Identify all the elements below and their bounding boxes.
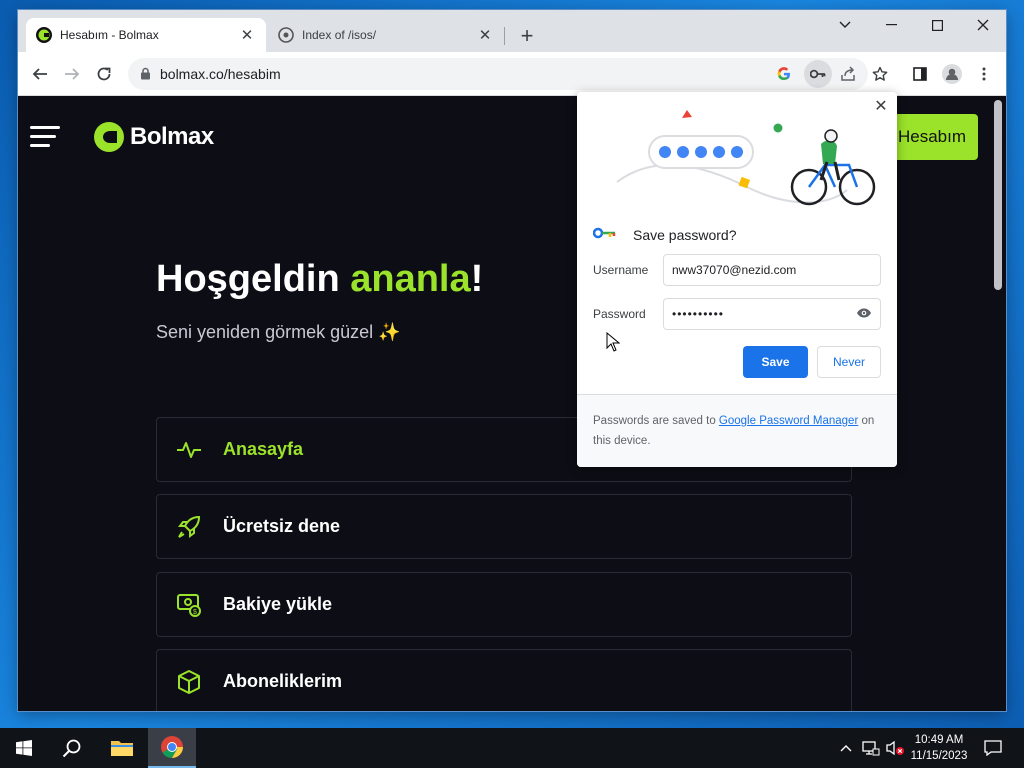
welcome-prefix: Hoşgeldin	[156, 258, 351, 300]
bookmark-star-icon[interactable]	[868, 62, 892, 86]
dialog-header: Save password?	[592, 226, 737, 244]
menu-item-bakiye-yukle[interactable]: $ Bakiye yükle	[156, 572, 852, 637]
username-field[interactable]: nww37070@nezid.com	[663, 254, 881, 286]
menu-item-ucretsiz-dene[interactable]: Ücretsiz dene	[156, 494, 852, 559]
password-key-icon[interactable]	[804, 60, 832, 88]
tab-search-icon[interactable]	[822, 10, 868, 40]
key-icon	[592, 226, 617, 244]
menu-item-label: Aboneliklerim	[223, 671, 343, 691]
tab-hesabim[interactable]: Hesabım - Bolmax ✕	[26, 18, 266, 52]
more-menu-icon[interactable]	[970, 60, 998, 88]
dialog-footer: Passwords are saved to Google Password M…	[577, 394, 897, 467]
brand-name: Bolmax	[130, 123, 214, 150]
tab-close-icon[interactable]: ✕	[238, 26, 256, 44]
tab-index-isos[interactable]: Index of /isos/ ✕	[268, 18, 504, 52]
username-label: Username	[593, 263, 649, 277]
box-icon	[175, 668, 203, 696]
side-panel-icon[interactable]	[906, 60, 934, 88]
dialog-title: Save password?	[633, 227, 737, 243]
taskbar: 10:49 AM 11/15/2023	[0, 728, 1024, 768]
system-clock[interactable]: 10:49 AM 11/15/2023	[906, 732, 972, 764]
tab-title: Hesabım - Bolmax	[60, 28, 159, 42]
tab-title: Index of /isos/	[302, 28, 377, 42]
close-window-icon[interactable]	[960, 10, 1006, 40]
password-manager-link[interactable]: Google Password Manager	[719, 415, 858, 427]
bolmax-favicon-icon	[36, 27, 52, 43]
url-text: bolmax.co/hesabim	[160, 66, 281, 82]
mouse-cursor-icon	[606, 332, 620, 352]
server-favicon-icon	[278, 27, 294, 43]
network-icon[interactable]	[860, 728, 882, 768]
menu-item-label: Anasayfa	[223, 439, 304, 459]
start-windows-icon[interactable]	[0, 728, 48, 768]
profile-avatar-icon[interactable]	[938, 60, 966, 88]
never-button[interactable]: Never	[817, 346, 881, 378]
welcome-subtitle: Seni yeniden görmek güzel ✨	[156, 322, 401, 342]
address-bar[interactable]: bolmax.co/hesabim	[128, 58, 888, 90]
welcome-username: ananla	[350, 258, 471, 300]
save-password-dialog: ✕ Save password? Username nww37070@nezid…	[577, 92, 897, 467]
bolmax-logo-icon	[94, 122, 124, 152]
svg-text:$: $	[193, 609, 197, 616]
back-icon[interactable]	[26, 60, 54, 88]
username-value: nww37070@nezid.com	[672, 263, 797, 277]
activity-icon	[175, 436, 203, 464]
reload-icon[interactable]	[90, 60, 118, 88]
password-field[interactable]: ••••••••••	[663, 298, 881, 330]
welcome-suffix: !	[470, 258, 484, 300]
menu-item-aboneliklerim[interactable]: Aboneliklerim	[156, 649, 852, 711]
menu-item-label: Ücretsiz dene	[223, 516, 341, 536]
browser-toolbar: bolmax.co/hesabim	[18, 52, 1006, 96]
tray-overflow-chevron-icon[interactable]	[836, 728, 856, 768]
chrome-taskbar-icon[interactable]	[148, 728, 196, 768]
tab-close-icon[interactable]: ✕	[476, 26, 494, 44]
tab-separator	[504, 27, 505, 45]
google-translate-icon[interactable]	[772, 62, 796, 86]
forward-icon[interactable]	[58, 60, 86, 88]
footer-prefix: Passwords are saved to	[593, 415, 719, 427]
share-icon[interactable]	[836, 62, 860, 86]
lock-icon[interactable]	[140, 67, 151, 85]
password-value: ••••••••••	[672, 307, 725, 321]
save-button[interactable]: Save	[743, 346, 808, 378]
eye-icon[interactable]	[856, 307, 872, 321]
clock-time: 10:49 AM	[914, 734, 964, 746]
password-illustration	[616, 110, 876, 206]
rocket-icon	[175, 513, 203, 541]
hamburger-menu-icon[interactable]	[30, 126, 60, 148]
welcome-heading: Hoşgeldin ananla!	[156, 258, 483, 301]
money-icon: $	[175, 591, 203, 619]
minimize-icon[interactable]	[868, 10, 914, 40]
tab-strip: Hesabım - Bolmax ✕ Index of /isos/ ✕ +	[18, 10, 1006, 52]
page-scrollbar[interactable]	[994, 100, 1002, 290]
maximize-icon[interactable]	[914, 10, 960, 40]
brand-logo[interactable]: Bolmax	[94, 122, 214, 152]
menu-item-label: Bakiye yükle	[223, 594, 333, 614]
clock-date: 11/15/2023	[910, 750, 968, 762]
search-icon[interactable]	[48, 728, 96, 768]
password-label: Password	[593, 307, 646, 321]
new-tab-button[interactable]: +	[514, 23, 540, 49]
volume-muted-icon[interactable]	[884, 728, 906, 768]
file-explorer-icon[interactable]	[98, 728, 146, 768]
notifications-icon[interactable]	[978, 728, 1008, 768]
